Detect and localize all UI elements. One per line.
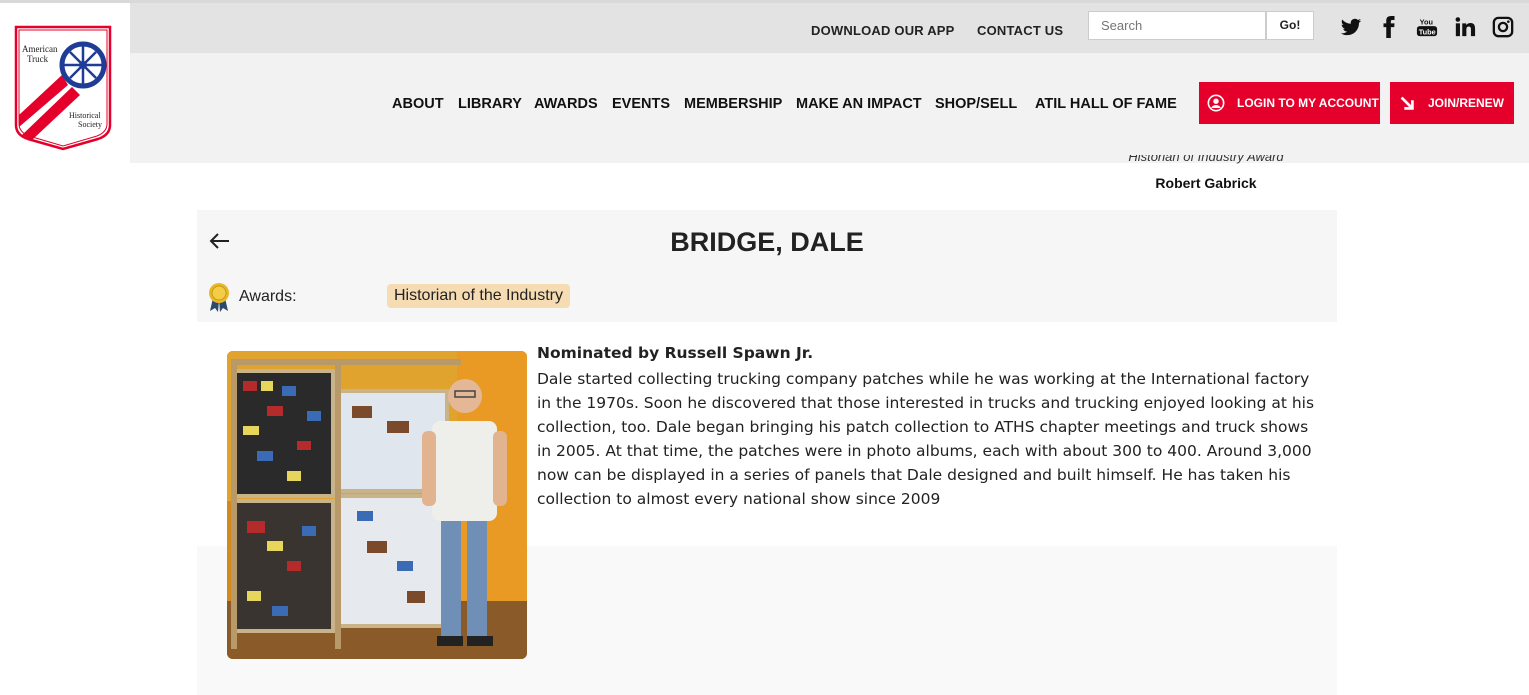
svg-text:Historical: Historical: [69, 111, 101, 120]
site-logo[interactable]: American Truck Historical Society: [0, 3, 130, 163]
main-nav: ABOUT LIBRARY AWARDS EVENTS MEMBERSHIP M…: [130, 53, 1529, 163]
utility-bar: DOWNLOAD OUR APP CONTACT US Go! You Tube: [130, 3, 1529, 53]
peek-recipient-name: Robert Gabrick: [1155, 175, 1257, 191]
awards-label: Awards:: [239, 288, 297, 305]
user-circle-icon: [1207, 94, 1225, 112]
search-go-button[interactable]: Go!: [1266, 11, 1314, 40]
linkedin-icon[interactable]: [1454, 16, 1476, 38]
join-renew-label: JOIN/RENEW: [1428, 96, 1505, 110]
peek-award-title: Historian of Industry Award: [1128, 155, 1284, 164]
instagram-icon[interactable]: [1492, 16, 1514, 38]
arrow-down-right-icon: [1400, 96, 1414, 110]
nominator-text: Nominated by Russell Spawn Jr.: [537, 344, 814, 362]
contact-us-link[interactable]: CONTACT US: [977, 23, 1063, 38]
login-button-label: LOGIN TO MY ACCOUNT: [1237, 96, 1379, 110]
svg-text:Truck: Truck: [27, 54, 49, 64]
member-photo: [227, 351, 527, 659]
award-badge[interactable]: Historian of the Industry: [387, 284, 570, 308]
svg-text:American: American: [22, 44, 58, 54]
nav-events[interactable]: EVENTS: [612, 96, 670, 112]
nav-atil-hall-of-fame[interactable]: ATIL HALL OF FAME: [1035, 96, 1177, 112]
member-header-panel: BRIDGE, DALE Awards: Historian of the In…: [197, 210, 1337, 322]
patch-display-photo: [227, 351, 527, 659]
award-medal-icon: [209, 283, 229, 312]
aths-shield-logo: American Truck Historical Society: [14, 25, 112, 151]
nav-library[interactable]: LIBRARY: [458, 96, 522, 112]
nav-about[interactable]: ABOUT: [392, 96, 444, 112]
member-bio: Dale started collecting trucking company…: [537, 370, 1315, 508]
join-renew-button[interactable]: JOIN/RENEW: [1390, 82, 1514, 124]
login-button[interactable]: LOGIN TO MY ACCOUNT: [1199, 82, 1380, 124]
nav-membership[interactable]: MEMBERSHIP: [684, 96, 782, 112]
svg-text:Tube: Tube: [1419, 27, 1436, 36]
nav-make-an-impact[interactable]: MAKE AN IMPACT: [796, 96, 922, 112]
youtube-icon[interactable]: You Tube: [1416, 16, 1438, 38]
page-title: BRIDGE, DALE: [670, 227, 864, 257]
svg-text:Society: Society: [78, 120, 102, 129]
nav-awards[interactable]: AWARDS: [534, 96, 598, 112]
svg-text:You: You: [1420, 17, 1433, 26]
facebook-icon[interactable]: [1378, 16, 1400, 38]
twitter-icon[interactable]: [1340, 16, 1362, 38]
nav-shop-sell[interactable]: SHOP/SELL: [935, 96, 1017, 112]
search-input[interactable]: [1088, 11, 1266, 40]
download-app-link[interactable]: DOWNLOAD OUR APP: [811, 23, 955, 38]
